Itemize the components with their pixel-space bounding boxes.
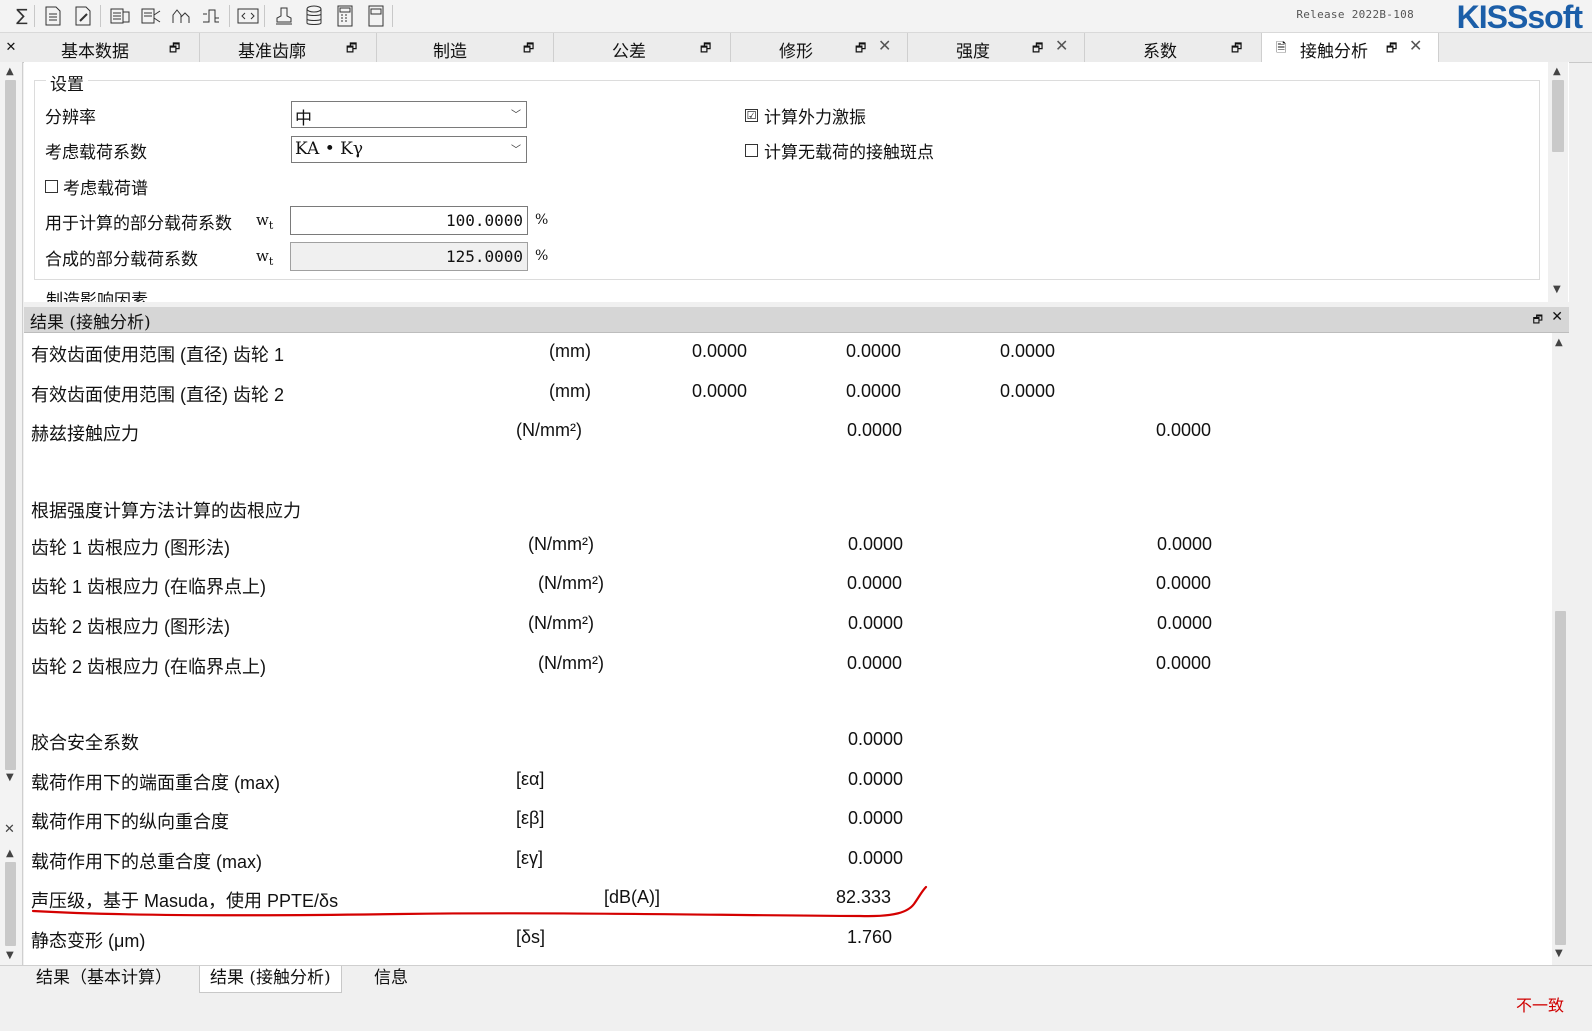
tab-results-contact-analysis[interactable]: 结果 (接触分析) <box>199 966 342 993</box>
tab-results-basic[interactable]: 结果（基本计算） <box>26 966 182 992</box>
status-inconsistent: 不一致 <box>1515 996 1564 1015</box>
red-underline-annotation <box>31 885 928 918</box>
tab-info[interactable]: 信息 <box>364 966 418 992</box>
results-tab-bar: 结果（基本计算） 结果 (接触分析) 信息 <box>0 965 1592 996</box>
